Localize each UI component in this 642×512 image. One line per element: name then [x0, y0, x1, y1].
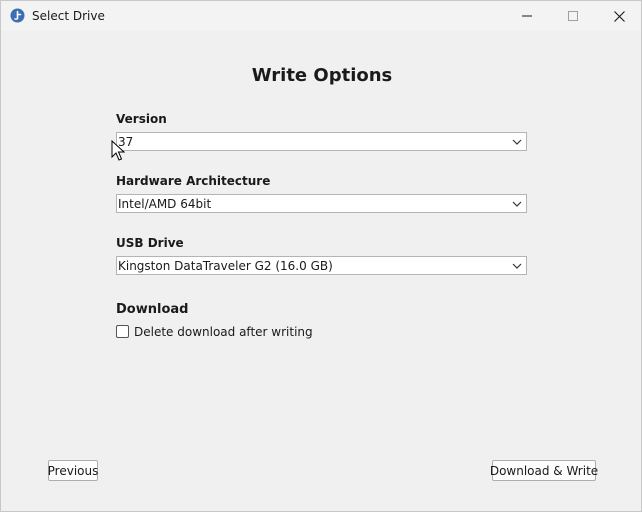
- close-icon: [613, 10, 625, 22]
- architecture-value: Intel/AMD 64bit: [118, 197, 212, 211]
- maximize-icon: [568, 11, 578, 21]
- usb-drive-select[interactable]: Kingston DataTraveler G2 (16.0 GB): [116, 256, 527, 275]
- title-bar: Select Drive: [1, 1, 641, 31]
- chevron-down-icon: [512, 139, 522, 145]
- previous-button[interactable]: Previous: [48, 460, 98, 481]
- architecture-label: Hardware Architecture: [116, 174, 271, 188]
- close-button[interactable]: [596, 1, 642, 31]
- usb-drive-label: USB Drive: [116, 236, 184, 250]
- architecture-select[interactable]: Intel/AMD 64bit: [116, 194, 527, 213]
- download-write-button[interactable]: Download & Write: [490, 460, 598, 481]
- mouse-pointer-icon: [111, 140, 125, 161]
- delete-download-checkbox[interactable]: [116, 325, 129, 338]
- delete-download-label[interactable]: Delete download after writing: [134, 325, 313, 339]
- download-section-title: Download: [116, 302, 189, 317]
- version-label: Version: [116, 112, 167, 126]
- minimize-button[interactable]: [504, 1, 550, 31]
- fedora-media-writer-icon: [10, 8, 25, 23]
- app-window: Select Drive Write Options Version 37 Ha…: [0, 0, 642, 512]
- chevron-down-icon: [512, 263, 522, 269]
- chevron-down-icon: [512, 201, 522, 207]
- page-title: Write Options: [251, 65, 393, 86]
- usb-drive-value: Kingston DataTraveler G2 (16.0 GB): [118, 259, 333, 273]
- window-title: Select Drive: [32, 9, 105, 23]
- maximize-button[interactable]: [550, 1, 596, 31]
- minimize-icon: [522, 15, 532, 17]
- version-select[interactable]: 37: [116, 132, 527, 151]
